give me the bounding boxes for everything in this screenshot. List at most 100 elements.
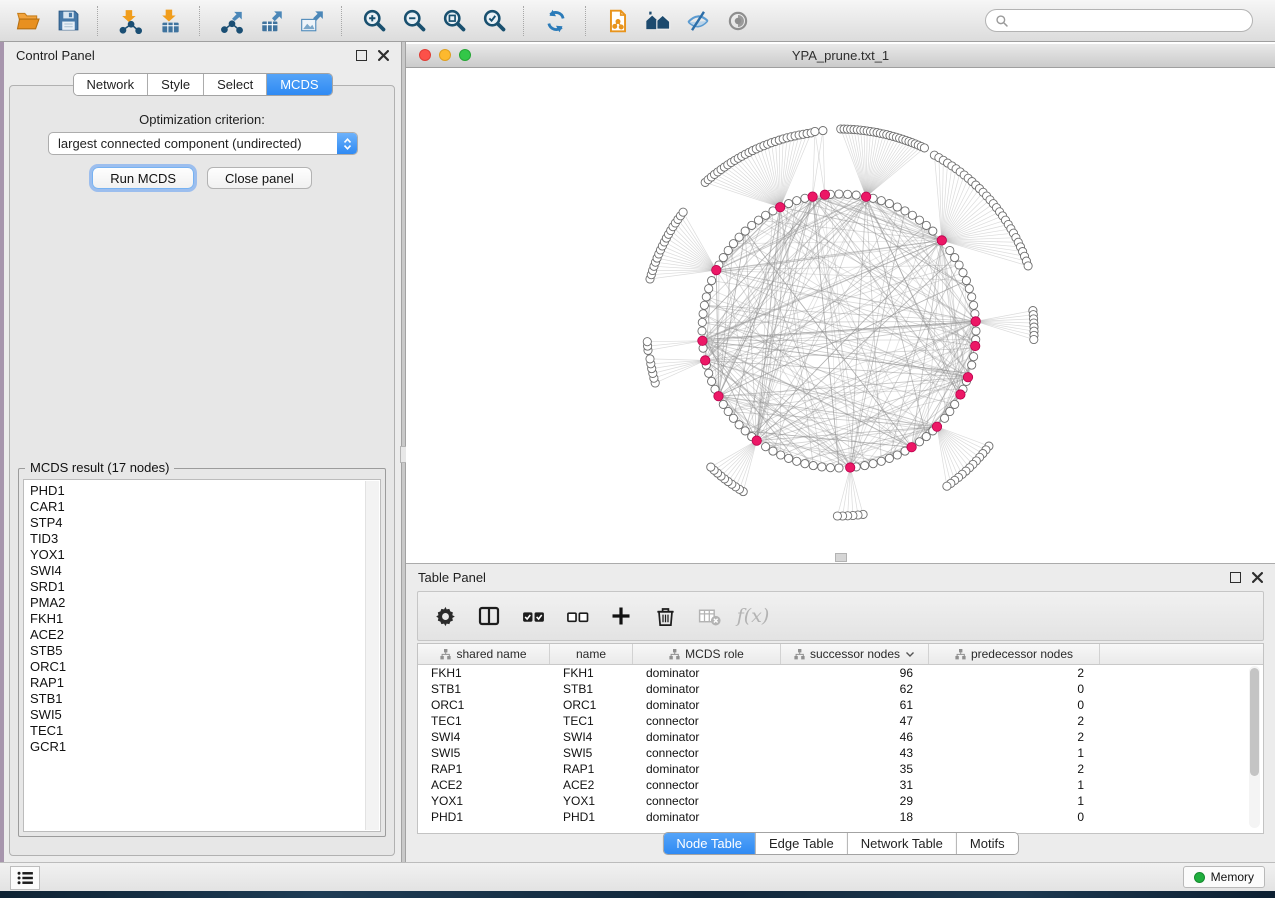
table-cell: dominator — [633, 666, 781, 680]
import-network-icon[interactable] — [112, 4, 148, 38]
mcds-list-item[interactable]: PMA2 — [30, 595, 380, 611]
tab-node-table[interactable]: Node Table — [663, 833, 756, 854]
table-cell: TEC1 — [418, 714, 550, 728]
column-header-name[interactable]: name — [550, 644, 633, 664]
mcds-list-item[interactable]: SRD1 — [30, 579, 380, 595]
mcds-result-group: MCDS result (17 nodes) PHD1CAR1STP4TID3Y… — [18, 468, 386, 837]
import-table-icon[interactable] — [152, 4, 188, 38]
table-cell: 1 — [929, 794, 1100, 808]
hide-selected-icon[interactable] — [680, 4, 716, 38]
table-cell: dominator — [633, 762, 781, 776]
mcds-list-item[interactable]: YOX1 — [30, 547, 380, 563]
table-row[interactable]: YOX1YOX1connector291 — [418, 793, 1263, 809]
mcds-list-item[interactable]: CAR1 — [30, 499, 380, 515]
mcds-list-item[interactable]: TID3 — [30, 531, 380, 547]
close-panel-button[interactable]: Close panel — [207, 167, 312, 189]
mcds-list-item[interactable]: STB5 — [30, 643, 380, 659]
first-neighbors-icon[interactable] — [640, 4, 676, 38]
optimization-criterion-select[interactable]: largest connected component (undirected) — [48, 132, 358, 155]
table-cell: 43 — [781, 746, 929, 760]
run-mcds-button[interactable]: Run MCDS — [92, 167, 194, 189]
tab-network[interactable]: Network — [73, 74, 148, 95]
network-table-divider-grip[interactable] — [835, 553, 847, 562]
mcds-list-item[interactable]: TEC1 — [30, 723, 380, 739]
close-table-panel-icon[interactable] — [1252, 572, 1263, 583]
table-row[interactable]: TEC1TEC1connector472 — [418, 713, 1263, 729]
mcds-list-item[interactable]: SWI4 — [30, 563, 380, 579]
table-row[interactable]: RAP1RAP1dominator352 — [418, 761, 1263, 777]
export-image-icon[interactable] — [294, 4, 330, 38]
table-cell: connector — [633, 794, 781, 808]
refresh-layout-icon[interactable] — [538, 4, 574, 38]
column-header-predecessor-nodes[interactable]: predecessor nodes — [929, 644, 1100, 664]
network-canvas[interactable] — [406, 68, 1275, 561]
network-view-window: YPA_prune.txt_1 — [406, 42, 1275, 563]
tab-motifs[interactable]: Motifs — [957, 833, 1018, 854]
export-table-icon[interactable] — [254, 4, 290, 38]
network-window-title: YPA_prune.txt_1 — [406, 48, 1275, 63]
float-panel-icon[interactable] — [356, 50, 367, 61]
table-cell: ORC1 — [418, 698, 550, 712]
table-row[interactable]: ORC1ORC1dominator610 — [418, 697, 1263, 713]
mcds-list-item[interactable]: SWI5 — [30, 707, 380, 723]
close-panel-icon[interactable] — [378, 50, 389, 61]
zoom-selected-icon[interactable] — [476, 4, 512, 38]
table-scrollbar-thumb[interactable] — [1250, 668, 1259, 776]
table-cell: connector — [633, 714, 781, 728]
search-icon — [995, 14, 1009, 28]
network-graph[interactable] — [406, 68, 1275, 563]
table-scrollbar[interactable] — [1249, 666, 1260, 828]
new-network-document-icon[interactable] — [600, 4, 636, 38]
float-table-panel-icon[interactable] — [1230, 572, 1241, 583]
gear-icon[interactable] — [430, 601, 460, 631]
tab-style[interactable]: Style — [148, 74, 204, 95]
network-window-titlebar[interactable]: YPA_prune.txt_1 — [406, 44, 1275, 68]
tab-mcds[interactable]: MCDS — [267, 74, 331, 95]
table-row[interactable]: STB1STB1dominator620 — [418, 681, 1263, 697]
task-history-button[interactable] — [10, 866, 40, 890]
node-table[interactable]: shared namenameMCDS rolesuccessor nodesp… — [417, 643, 1264, 834]
mcds-list-item[interactable]: PHD1 — [30, 483, 380, 499]
table-row[interactable]: SWI4SWI4dominator462 — [418, 729, 1263, 745]
zoom-in-icon[interactable] — [356, 4, 392, 38]
tab-edge-table[interactable]: Edge Table — [756, 833, 848, 854]
table-row[interactable]: PHD1PHD1dominator180 — [418, 809, 1263, 825]
table-row[interactable]: ACE2ACE2connector311 — [418, 777, 1263, 793]
delete-column-icon[interactable] — [650, 601, 680, 631]
table-cell: FKH1 — [550, 666, 633, 680]
column-header-MCDS-role[interactable]: MCDS role — [633, 644, 781, 664]
memory-button[interactable]: Memory — [1183, 866, 1265, 888]
tab-network-table[interactable]: Network Table — [848, 833, 957, 854]
table-cell: 29 — [781, 794, 929, 808]
mcds-list-scrollbar[interactable] — [365, 481, 379, 830]
columns-icon[interactable] — [474, 601, 504, 631]
mcds-list-item[interactable]: RAP1 — [30, 675, 380, 691]
mcds-list-item[interactable]: STB1 — [30, 691, 380, 707]
memory-status-dot — [1194, 872, 1205, 883]
column-header-shared-name[interactable]: shared name — [418, 644, 550, 664]
save-icon[interactable] — [50, 4, 86, 38]
select-all-icon[interactable] — [518, 601, 548, 631]
table-cell: YOX1 — [418, 794, 550, 808]
search-input[interactable] — [1015, 13, 1243, 29]
delete-table-icon[interactable] — [694, 601, 724, 631]
export-network-icon[interactable] — [214, 4, 250, 38]
column-header-successor-nodes[interactable]: successor nodes — [781, 644, 929, 664]
mcds-list-item[interactable]: STP4 — [30, 515, 380, 531]
mcds-list-item[interactable]: ORC1 — [30, 659, 380, 675]
zoom-out-icon[interactable] — [396, 4, 432, 38]
mcds-list-item[interactable]: ACE2 — [30, 627, 380, 643]
zoom-fit-icon[interactable] — [436, 4, 472, 38]
deselect-all-icon[interactable] — [562, 601, 592, 631]
add-column-icon[interactable] — [606, 601, 636, 631]
table-row[interactable]: SWI5SWI5connector431 — [418, 745, 1263, 761]
show-all-icon[interactable] — [720, 4, 756, 38]
list-icon — [17, 871, 33, 885]
table-cell: 2 — [929, 666, 1100, 680]
mcds-list-item[interactable]: FKH1 — [30, 611, 380, 627]
search-box[interactable] — [985, 9, 1253, 32]
tab-select[interactable]: Select — [204, 74, 267, 95]
mcds-list-item[interactable]: GCR1 — [30, 739, 380, 755]
table-row[interactable]: FKH1FKH1dominator962 — [418, 665, 1263, 681]
open-folder-icon[interactable] — [10, 4, 46, 38]
